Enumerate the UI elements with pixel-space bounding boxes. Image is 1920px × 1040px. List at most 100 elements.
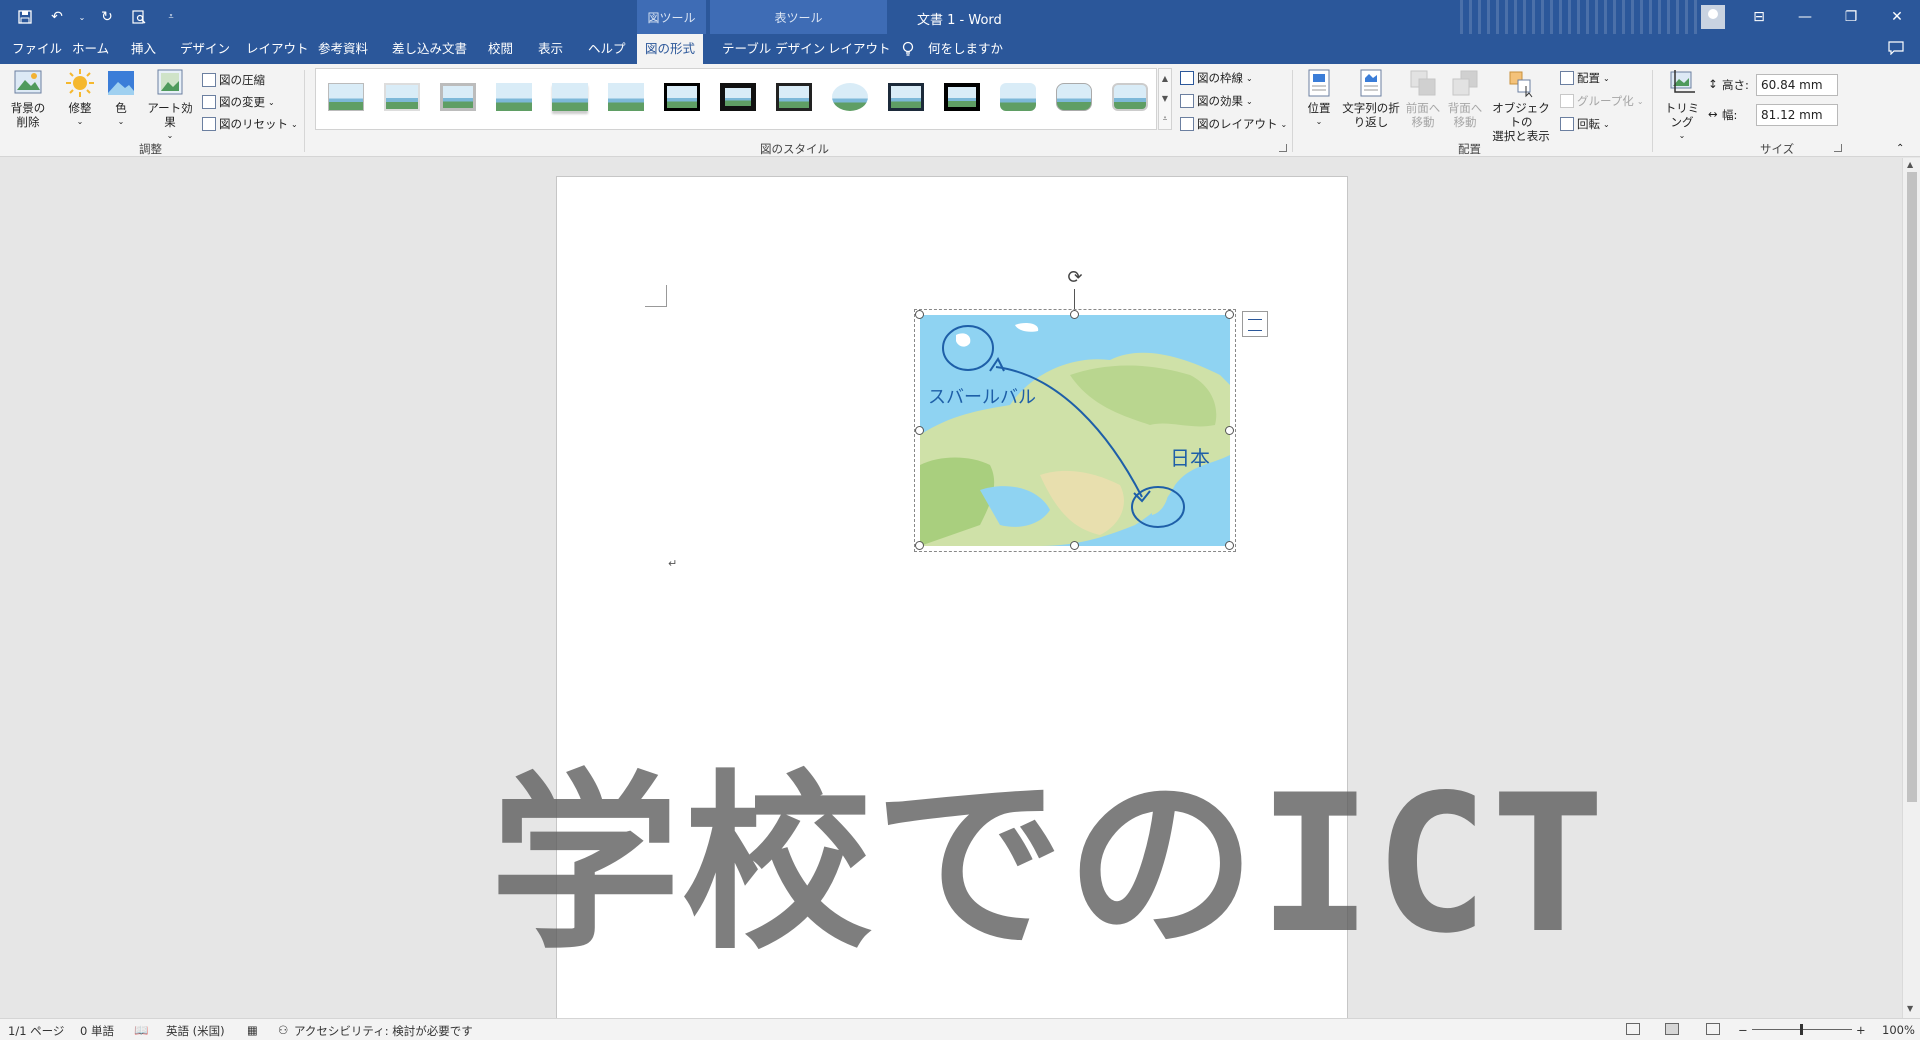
resize-handle-s[interactable] xyxy=(1070,541,1079,550)
picture-effects-button[interactable]: 図の効果 ⌄ xyxy=(1180,91,1253,111)
page-count[interactable]: 1/1 ページ xyxy=(8,1023,64,1039)
corrections-button[interactable]: 修整 ⌄ xyxy=(62,68,98,129)
tab-insert[interactable]: 挿入 xyxy=(123,34,164,64)
align-button[interactable]: 配置 ⌄ xyxy=(1560,68,1610,88)
gallery-up-icon[interactable]: ▲ xyxy=(1159,69,1171,89)
save-icon[interactable] xyxy=(14,6,36,28)
artistic-effects-button[interactable]: アート効果 ⌄ xyxy=(144,68,196,143)
change-picture-button[interactable]: 図の変更 ⌄ xyxy=(202,92,275,112)
watermark-overlay: 学校でのICT xyxy=(490,754,1608,975)
selection-pane-button[interactable]: オブジェクトの 選択と表示 xyxy=(1488,68,1554,143)
minimize-icon[interactable]: — xyxy=(1782,0,1828,34)
accessibility-status[interactable]: アクセシビリティ: 検討が必要です xyxy=(294,1023,473,1039)
picture-style-1[interactable] xyxy=(324,79,368,115)
layout-options-icon[interactable] xyxy=(1242,311,1268,337)
picture-style-3[interactable] xyxy=(436,79,480,115)
tab-help[interactable]: ヘルプ xyxy=(580,34,634,64)
picture-style-10[interactable] xyxy=(828,79,872,115)
reset-picture-button[interactable]: 図のリセット ⌄ xyxy=(202,114,298,134)
picture-style-7[interactable] xyxy=(660,79,704,115)
tell-me-search[interactable]: 何をしますか xyxy=(920,34,1011,64)
send-backward-button[interactable]: 背面へ 移動 xyxy=(1446,68,1484,129)
ribbon-display-options-icon[interactable]: ⊟ xyxy=(1736,0,1782,34)
bring-forward-button[interactable]: 前面へ 移動 xyxy=(1404,68,1442,129)
dialog-launcher-icon[interactable] xyxy=(1279,144,1287,152)
picture-style-6[interactable] xyxy=(604,79,648,115)
dropdown-chevron-icon[interactable]: ⌄ xyxy=(78,6,86,28)
resize-handle-e[interactable] xyxy=(1225,426,1234,435)
collapse-ribbon-icon[interactable]: ⌃ xyxy=(1896,138,1904,158)
height-field[interactable]: 60.84 mm xyxy=(1756,74,1838,96)
tab-table-design[interactable]: テーブル デザイン xyxy=(714,34,833,64)
size-dialog-launcher-icon[interactable] xyxy=(1834,144,1842,152)
restore-icon[interactable]: ❐ xyxy=(1828,0,1874,34)
picture-style-13[interactable] xyxy=(996,79,1040,115)
picture-style-8[interactable] xyxy=(716,79,760,115)
tab-table-layout[interactable]: レイアウト xyxy=(820,34,899,64)
wrap-text-button[interactable]: 文字列の折 り返し xyxy=(1342,68,1400,129)
resize-handle-se[interactable] xyxy=(1225,541,1234,550)
rotate-button[interactable]: 回転 ⌄ xyxy=(1560,114,1610,134)
tab-review[interactable]: 校閲 xyxy=(480,34,521,64)
scroll-down-icon[interactable]: ▼ xyxy=(1907,1004,1913,1013)
picture-style-9[interactable] xyxy=(772,79,816,115)
picture-style-14[interactable] xyxy=(1052,79,1096,115)
tab-file[interactable]: ファイル xyxy=(4,34,70,64)
language-indicator[interactable]: 英語 (米国) xyxy=(166,1023,225,1039)
read-mode-icon[interactable] xyxy=(1626,1023,1640,1035)
customize-qat-icon[interactable]: ⩡ xyxy=(160,6,182,28)
scrollbar-thumb[interactable] xyxy=(1907,172,1917,802)
resize-handle-sw[interactable] xyxy=(915,541,924,550)
redo-icon[interactable]: ↻ xyxy=(96,6,118,28)
crop-button[interactable]: トリミング ⌄ xyxy=(1660,68,1704,143)
web-layout-icon[interactable] xyxy=(1706,1023,1720,1035)
picture-style-12[interactable] xyxy=(940,79,984,115)
group-objects-button[interactable]: グループ化 ⌄ xyxy=(1560,91,1644,111)
tab-home[interactable]: ホーム xyxy=(64,34,117,64)
close-icon[interactable]: ✕ xyxy=(1874,0,1920,34)
vertical-scrollbar[interactable]: ▲ ▼ xyxy=(1902,158,1920,1018)
resize-handle-n[interactable] xyxy=(1070,310,1079,319)
reset-picture-icon xyxy=(202,117,216,131)
scroll-up-icon[interactable]: ▲ xyxy=(1907,160,1913,169)
picture-layout-button[interactable]: 図のレイアウト ⌄ xyxy=(1180,114,1287,134)
picture-style-4[interactable] xyxy=(492,79,536,115)
rotate-handle-icon[interactable]: ⟳ xyxy=(1064,267,1086,289)
picture-style-11[interactable] xyxy=(884,79,928,115)
zoom-level[interactable]: 100% xyxy=(1882,1023,1915,1037)
zoom-out-icon[interactable]: − xyxy=(1738,1023,1748,1037)
send-backward-label: 背面へ 移動 xyxy=(1447,101,1483,129)
word-count[interactable]: 0 単語 xyxy=(80,1023,114,1039)
picture-style-2[interactable] xyxy=(380,79,424,115)
picture-style-15[interactable] xyxy=(1108,79,1152,115)
user-avatar[interactable] xyxy=(1701,5,1725,29)
comment-icon[interactable] xyxy=(1888,41,1904,59)
tab-picture-format[interactable]: 図の形式 xyxy=(637,34,704,64)
tab-view[interactable]: 表示 xyxy=(530,34,571,64)
gallery-down-icon[interactable]: ▼ xyxy=(1159,89,1171,109)
gallery-more-icon[interactable]: ⩡ xyxy=(1159,109,1171,129)
remove-background-button[interactable]: 背景の 削除 xyxy=(8,68,48,129)
tab-mailings[interactable]: 差し込み文書 xyxy=(384,34,475,64)
undo-icon[interactable]: ↶ xyxy=(46,6,68,28)
picture-style-5[interactable] xyxy=(548,79,592,115)
resize-handle-nw[interactable] xyxy=(915,310,924,319)
tab-references[interactable]: 参考資料 xyxy=(310,34,376,64)
print-layout-icon[interactable] xyxy=(1665,1023,1679,1035)
map-picture[interactable]: スバールバル 日本 xyxy=(920,315,1230,546)
color-button[interactable]: 色 ⌄ xyxy=(106,68,136,129)
proofing-icon[interactable]: 📖 xyxy=(134,1023,148,1037)
picture-border-button[interactable]: 図の枠線 ⌄ xyxy=(1180,68,1253,88)
position-button[interactable]: 位置 ⌄ xyxy=(1302,68,1336,129)
macro-icon[interactable]: ▦ xyxy=(247,1023,258,1037)
zoom-in-icon[interactable]: + xyxy=(1856,1023,1866,1037)
gallery-scroll[interactable]: ▲ ▼ ⩡ xyxy=(1158,68,1172,130)
resize-handle-w[interactable] xyxy=(915,426,924,435)
zoom-slider-thumb[interactable] xyxy=(1800,1024,1803,1035)
tab-layout[interactable]: レイアウト xyxy=(238,34,317,64)
print-preview-icon[interactable] xyxy=(128,6,150,28)
tab-design[interactable]: デザイン xyxy=(172,34,238,64)
width-field[interactable]: 81.12 mm xyxy=(1756,104,1838,126)
resize-handle-ne[interactable] xyxy=(1225,310,1234,319)
compress-pictures-button[interactable]: 図の圧縮 xyxy=(202,70,265,90)
